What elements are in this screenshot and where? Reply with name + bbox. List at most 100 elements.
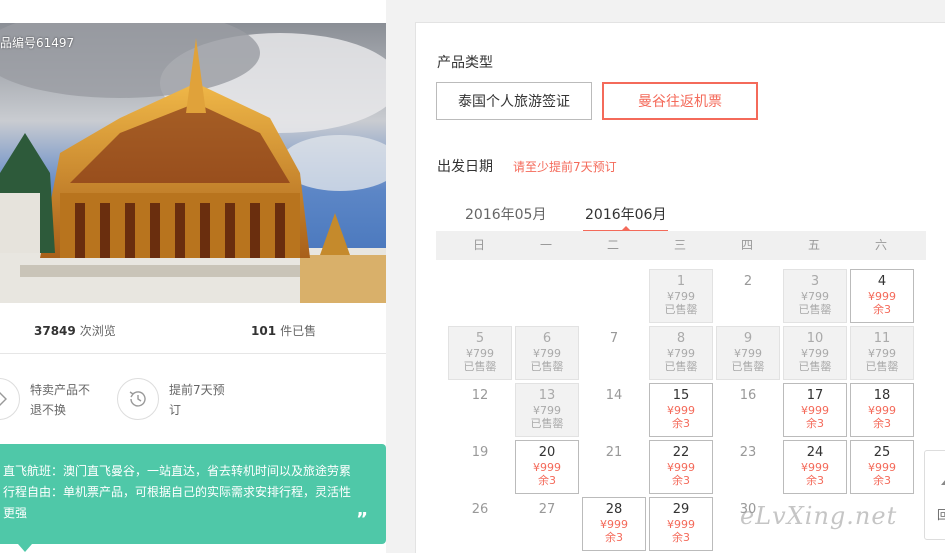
feature-advance-booking: 提前7天预订	[117, 378, 233, 420]
product-code: 品编号61497	[0, 36, 75, 50]
calendar-day-19: 19	[448, 440, 512, 494]
promo-box: 直飞航班：澳门直飞曼谷，一站直达，省去转机时间以及旅途劳累 行程自由：单机票产品…	[0, 444, 386, 552]
calendar-day-14: 14	[582, 383, 646, 437]
calendar-day-27: 27	[515, 497, 579, 551]
calendar-day-28[interactable]: 28 ¥999 余3	[582, 497, 646, 551]
calendar-day-18[interactable]: 18 ¥999 余3	[850, 383, 914, 437]
day-price: ¥999	[868, 461, 896, 474]
calendar-day-3: 3 ¥799 已售罄	[783, 269, 847, 323]
date-hint: 请至少提前7天预订	[513, 160, 617, 174]
calendar-day-23: 23	[716, 440, 780, 494]
day-price: ¥799	[667, 347, 695, 360]
sold-out-label: 已售罄	[530, 360, 564, 373]
calendar-day-8: 8 ¥799 已售罄	[649, 326, 713, 380]
type-visa-button[interactable]: 泰国个人旅游签证	[436, 82, 592, 120]
day-number: 7	[609, 331, 619, 346]
remaining-label: 余3	[806, 474, 824, 487]
calendar-day-17[interactable]: 17 ¥999 余3	[783, 383, 847, 437]
weekday-label: 五	[807, 238, 820, 252]
day-number: 10	[806, 331, 824, 346]
calendar-day-9: 9 ¥799 已售罄	[716, 326, 780, 380]
day-number: 27	[538, 502, 556, 517]
calendar-day-10: 10 ¥799 已售罄	[783, 326, 847, 380]
product-hero-image: 品编号61497	[0, 23, 386, 303]
calendar-day-4[interactable]: 4 ¥999 余3	[850, 269, 914, 323]
calendar-day-7: 7	[582, 326, 646, 380]
calendar-day-11: 11 ¥799 已售罄	[850, 326, 914, 380]
back-to-top-button[interactable]: 回	[924, 450, 945, 540]
promo-line: 直飞航班：澳门直飞曼谷，一站直达，省去转机时间以及旅途劳累	[3, 464, 352, 478]
calendar-day-29[interactable]: 29 ¥999 余3	[649, 497, 713, 551]
type-ticket-button[interactable]: 曼谷往返机票	[602, 82, 758, 120]
day-number: 4	[877, 274, 887, 289]
day-price: ¥999	[600, 518, 628, 531]
day-price: ¥799	[868, 347, 896, 360]
promo-line: 更强	[3, 506, 28, 520]
day-price: ¥999	[667, 518, 695, 531]
day-number: 6	[542, 331, 552, 346]
tab-month-may[interactable]: 2016年05月	[465, 204, 546, 230]
day-number: 5	[475, 331, 485, 346]
day-number: 26	[471, 502, 489, 517]
day-price: ¥799	[801, 290, 829, 303]
views-label: 次浏览	[79, 324, 116, 338]
tab-month-june[interactable]: 2016年06月	[582, 204, 669, 232]
sold-out-label: 已售罄	[865, 360, 899, 373]
day-price: ¥999	[801, 404, 829, 417]
day-number: 8	[676, 331, 686, 346]
remaining-label: 余3	[672, 417, 690, 430]
weekday-label: 六	[874, 238, 887, 252]
tag-icon	[0, 378, 20, 420]
sold-out-label: 已售罄	[664, 360, 698, 373]
quote-mark-icon: ”	[356, 509, 368, 530]
day-number: 15	[672, 388, 690, 403]
day-number: 19	[471, 445, 489, 460]
calendar-day-24[interactable]: 24 ¥999 余3	[783, 440, 847, 494]
calendar-day-2: 2	[716, 269, 780, 323]
day-number: 23	[739, 445, 757, 460]
day-number: 18	[873, 388, 891, 403]
calendar-day-16: 16	[716, 383, 780, 437]
day-price: ¥799	[734, 347, 762, 360]
day-price: ¥799	[466, 347, 494, 360]
feature-no-refund: 特卖产品不退不换	[0, 378, 94, 420]
sold-out-label: 已售罄	[463, 360, 497, 373]
clock-history-icon	[117, 378, 159, 420]
sold-out-label: 已售罄	[530, 417, 564, 430]
sold-out-label: 已售罄	[731, 360, 765, 373]
promo-tail	[18, 544, 32, 552]
day-number: 3	[810, 274, 820, 289]
day-number: 28	[605, 502, 623, 517]
sold-stat: 101 件已售	[251, 322, 316, 339]
day-price: ¥799	[667, 290, 695, 303]
calendar-day-20[interactable]: 20 ¥999 余3	[515, 440, 579, 494]
weekday-header: 日 一 二 三 四 五 六	[436, 231, 926, 260]
day-number: 24	[806, 445, 824, 460]
temple-photo	[0, 23, 386, 303]
sold-count: 101	[251, 324, 277, 338]
feature-text: 提前7天预订	[169, 383, 225, 417]
remaining-label: 余3	[672, 531, 690, 544]
calendar-day-21: 21	[582, 440, 646, 494]
day-number: 11	[873, 331, 891, 346]
calendar-day-22[interactable]: 22 ¥999 余3	[649, 440, 713, 494]
calendar-day-6: 6 ¥799 已售罄	[515, 326, 579, 380]
day-number: 29	[672, 502, 690, 517]
calendar-day-15[interactable]: 15 ¥999 余3	[649, 383, 713, 437]
day-number: 13	[538, 388, 556, 403]
weekday-label: 一	[539, 238, 552, 252]
calendar-day-25[interactable]: 25 ¥999 余3	[850, 440, 914, 494]
calendar-day-12: 12	[448, 383, 512, 437]
day-number: 25	[873, 445, 891, 460]
day-price: ¥999	[868, 290, 896, 303]
remaining-label: 余3	[538, 474, 556, 487]
product-info-column: 品编号61497 37849 次浏览 101 件已售 特卖产品不退不换 提前7天预订…	[0, 0, 386, 553]
day-price: ¥999	[868, 404, 896, 417]
feature-text: 特卖产品不退不换	[30, 383, 91, 417]
remaining-label: 余3	[873, 417, 891, 430]
remaining-label: 余3	[873, 303, 891, 316]
weekday-label: 四	[740, 238, 753, 252]
sold-out-label: 已售罄	[798, 303, 832, 316]
remaining-label: 余3	[672, 474, 690, 487]
watermark: eLvXing.net	[740, 502, 898, 530]
